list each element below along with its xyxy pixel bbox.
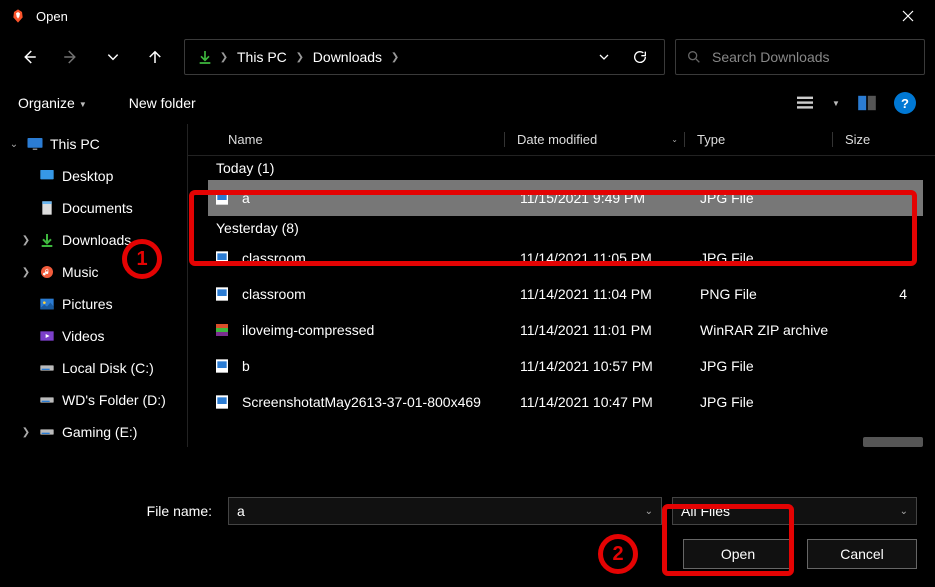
image-file-icon — [212, 394, 232, 410]
chevron-right-icon: ❯ — [20, 235, 32, 246]
tree-desktop[interactable]: ❯Desktop — [0, 160, 187, 192]
window-title: Open — [36, 9, 885, 24]
pictures-icon — [38, 295, 56, 313]
chevron-down-icon: ⌄ — [8, 139, 20, 150]
address-dropdown-button[interactable] — [586, 40, 622, 74]
search-icon — [686, 49, 702, 65]
horizontal-scrollbar[interactable] — [863, 437, 923, 447]
chevron-right-icon: ❯ — [20, 267, 32, 278]
file-row[interactable]: classroom11/14/2021 11:04 PMPNG File4 — [208, 276, 923, 312]
zip-file-icon — [212, 322, 232, 338]
tree-this-pc[interactable]: ⌄ This PC — [0, 128, 187, 160]
drive-icon — [38, 391, 56, 409]
annotation-box-selected-row — [189, 190, 917, 266]
file-list-panel: Name Date modified⌄ Type Size Today (1) … — [187, 124, 935, 447]
downloads-icon — [38, 231, 56, 249]
tree-documents[interactable]: ❯Documents — [0, 192, 187, 224]
view-mode-button[interactable] — [791, 89, 819, 117]
annotation-box-buttons — [662, 504, 794, 576]
column-size[interactable]: Size — [832, 132, 935, 147]
tree-videos[interactable]: ❯Videos — [0, 320, 187, 352]
help-icon: ? — [894, 92, 916, 114]
search-placeholder: Search Downloads — [712, 49, 830, 65]
body: ⌄ This PC ❯Desktop ❯Documents ❯Downloads… — [0, 124, 935, 447]
nav-back-button[interactable] — [10, 38, 48, 76]
preview-pane-button[interactable] — [853, 89, 881, 117]
file-row[interactable]: b11/14/2021 10:57 PMJPG File — [208, 348, 923, 384]
column-header-row: Name Date modified⌄ Type Size — [188, 124, 935, 156]
column-date[interactable]: Date modified⌄ — [504, 132, 684, 147]
annotation-marker-1: 1 — [122, 239, 162, 279]
chevron-right-icon: ❯ — [291, 52, 309, 63]
monitor-icon — [26, 135, 44, 153]
address-bar[interactable]: ❯ This PC ❯ Downloads ❯ — [184, 39, 665, 75]
filename-label: File name: — [18, 503, 218, 519]
documents-icon — [38, 199, 56, 217]
filename-input[interactable]: a ⌄ — [228, 497, 662, 525]
close-button[interactable] — [885, 0, 931, 32]
tree-pictures[interactable]: ❯Pictures — [0, 288, 187, 320]
nav-up-button[interactable] — [136, 38, 174, 76]
chevron-right-icon: ❯ — [386, 52, 404, 63]
file-row[interactable]: iloveimg-compressed11/14/2021 11:01 PMWi… — [208, 312, 923, 348]
tree-gaming-e[interactable]: ❯Gaming (E:) — [0, 416, 187, 447]
navbar: ❯ This PC ❯ Downloads ❯ Search Downloads — [0, 32, 935, 82]
view-dropdown-button[interactable]: ▼ — [829, 89, 843, 117]
breadcrumb-this-pc[interactable]: This PC — [233, 49, 291, 65]
refresh-button[interactable] — [622, 40, 658, 74]
column-name[interactable]: Name — [188, 132, 504, 147]
tree-local-disk-c[interactable]: ❯Local Disk (C:) — [0, 352, 187, 384]
group-today[interactable]: Today (1) — [208, 156, 923, 180]
chevron-down-icon[interactable]: ⌄ — [900, 506, 908, 517]
chevron-down-icon: ▼ — [79, 100, 87, 109]
desktop-icon — [38, 167, 56, 185]
breadcrumb-downloads[interactable]: Downloads — [309, 49, 386, 65]
chevron-right-icon: ❯ — [215, 52, 233, 63]
sort-indicator-icon: ⌄ — [671, 135, 678, 144]
new-folder-button[interactable]: New folder — [125, 91, 200, 115]
brave-icon — [10, 8, 26, 24]
drive-icon — [38, 359, 56, 377]
nav-recent-dropdown[interactable] — [94, 38, 132, 76]
file-row[interactable]: ScreenshotatMay2613-37-01-800x46911/14/2… — [208, 384, 923, 420]
organize-button[interactable]: Organize▼ — [14, 91, 91, 115]
column-type[interactable]: Type — [684, 132, 832, 147]
music-icon — [38, 263, 56, 281]
annotation-marker-2: 2 — [598, 534, 638, 574]
nav-tree: ⌄ This PC ❯Desktop ❯Documents ❯Downloads… — [0, 124, 187, 447]
titlebar: Open — [0, 0, 935, 32]
footer: File name: a ⌄ All Files ⌄ Open Cancel — [0, 483, 935, 587]
chevron-right-icon: ❯ — [20, 427, 32, 438]
help-button[interactable]: ? — [891, 89, 919, 117]
image-file-icon — [212, 286, 232, 302]
cancel-button[interactable]: Cancel — [807, 539, 917, 569]
search-input[interactable]: Search Downloads — [675, 39, 925, 75]
tree-wds-folder-d[interactable]: ❯WD's Folder (D:) — [0, 384, 187, 416]
drive-icon — [38, 423, 56, 441]
toolbar: Organize▼ New folder ▼ ? — [0, 82, 935, 124]
videos-icon — [38, 327, 56, 345]
chevron-down-icon[interactable]: ⌄ — [645, 506, 653, 517]
image-file-icon — [212, 358, 232, 374]
nav-forward-button[interactable] — [52, 38, 90, 76]
download-icon — [195, 49, 215, 65]
